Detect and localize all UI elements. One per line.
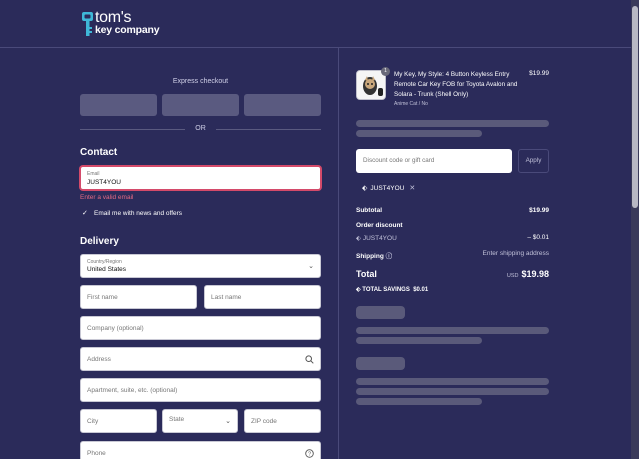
applied-discount-tag: ⬖ JUST4YOU ✕ [362, 184, 415, 192]
quantity-badge: 1 [381, 67, 390, 76]
tag-icon: ⬖ [356, 235, 363, 242]
store-logo[interactable]: tom's key company [82, 9, 172, 38]
discount-placeholder: Discount code or gift card [363, 157, 435, 164]
column-divider [338, 48, 339, 459]
logo-text-line2: key company [95, 24, 160, 36]
subtotal-label: Subtotal [356, 207, 382, 214]
total-label: Total [356, 269, 377, 279]
last-name-placeholder: Last name [211, 294, 242, 301]
first-name-field[interactable]: First name [80, 285, 197, 309]
state-select[interactable]: State ⌄ [162, 409, 238, 433]
shipping-value: Enter shipping address [482, 250, 550, 257]
delivery-heading: Delivery [80, 236, 119, 247]
loading-skeleton [356, 120, 549, 127]
apply-button[interactable]: Apply [518, 149, 549, 173]
contact-heading: Contact [80, 147, 118, 158]
product-price: $19.99 [529, 70, 549, 77]
or-divider: OR [80, 124, 321, 134]
zip-field[interactable]: ZIP code [244, 409, 321, 433]
loading-skeleton [356, 327, 549, 334]
tag-icon: ⬖ [362, 185, 368, 192]
total-amount-wrap: USD $19.98 [507, 269, 549, 279]
express-pay-button-2[interactable] [162, 94, 239, 116]
zip-placeholder: ZIP code [251, 418, 277, 425]
loading-skeleton [356, 357, 405, 370]
first-name-placeholder: First name [87, 294, 118, 301]
key-icon [82, 12, 93, 36]
total-savings: ⬖ TOTAL SAVINGS $0.01 [356, 287, 429, 293]
newsletter-label: Email me with news and offers [94, 210, 183, 217]
scrollbar-thumb[interactable] [632, 6, 638, 208]
last-name-field[interactable]: Last name [204, 285, 321, 309]
product-variant: Anime Cat / No [394, 101, 428, 107]
address-placeholder: Address [87, 356, 111, 363]
checkmark-icon: ✓ [82, 210, 88, 217]
loading-skeleton [356, 388, 549, 395]
express-checkout-label: Express checkout [172, 78, 229, 85]
loading-skeleton [356, 337, 482, 344]
product-title: My Key, My Style: 4 Button Keyless Entry… [394, 71, 518, 98]
shipping-label: Shipping ⓘ [356, 253, 393, 260]
loading-skeleton [356, 398, 482, 405]
total-currency: USD [506, 273, 519, 279]
header: tom's key company [0, 0, 631, 48]
total-row: Total USD $19.98 [356, 269, 549, 283]
email-label: Email [87, 171, 100, 177]
company-placeholder: Company (optional) [87, 325, 144, 332]
question-circle-icon[interactable]: ? [305, 449, 314, 458]
company-field[interactable]: Company (optional) [80, 316, 321, 340]
applied-code: JUST4YOU [370, 185, 405, 192]
city-field[interactable]: City [80, 409, 157, 433]
loading-skeleton [356, 378, 549, 385]
express-pay-button-1[interactable] [80, 94, 157, 116]
chevron-down-icon: ⌄ [308, 263, 314, 270]
email-error: Enter a valid email [80, 194, 134, 201]
phone-placeholder: Phone [87, 450, 106, 457]
city-placeholder: City [87, 418, 99, 425]
email-value: JUST4YOU [87, 179, 121, 186]
chevron-down-icon: ⌄ [225, 418, 231, 425]
close-icon[interactable]: ✕ [409, 185, 415, 192]
country-label: Country/Region [87, 259, 122, 265]
apartment-placeholder: Apartment, suite, etc. (optional) [87, 387, 178, 394]
email-field[interactable]: Email JUST4YOU [80, 166, 321, 190]
apartment-field[interactable]: Apartment, suite, etc. (optional) [80, 378, 321, 402]
svg-text:?: ? [308, 452, 311, 458]
page-scrollbar[interactable] [631, 0, 639, 459]
loading-skeleton [356, 130, 482, 137]
express-pay-button-3[interactable] [244, 94, 321, 116]
loading-skeleton [356, 306, 405, 319]
discount-amount: – $0.01 [527, 234, 549, 241]
phone-field[interactable]: Phone ? [80, 441, 321, 459]
question-circle-icon[interactable]: ⓘ [386, 253, 393, 260]
address-field[interactable]: Address [80, 347, 321, 371]
total-amount: $19.98 [521, 269, 549, 279]
discount-code-detail: ⬖ JUST4YOU [356, 235, 397, 242]
search-icon [305, 355, 314, 364]
order-discount-label: Order discount [356, 222, 403, 229]
state-label: State [169, 416, 185, 423]
discount-code-input[interactable]: Discount code or gift card [356, 149, 512, 173]
country-value: United States [87, 266, 127, 273]
subtotal-value: $19.99 [529, 207, 549, 214]
country-select[interactable]: Country/Region United States ⌄ [80, 254, 321, 278]
